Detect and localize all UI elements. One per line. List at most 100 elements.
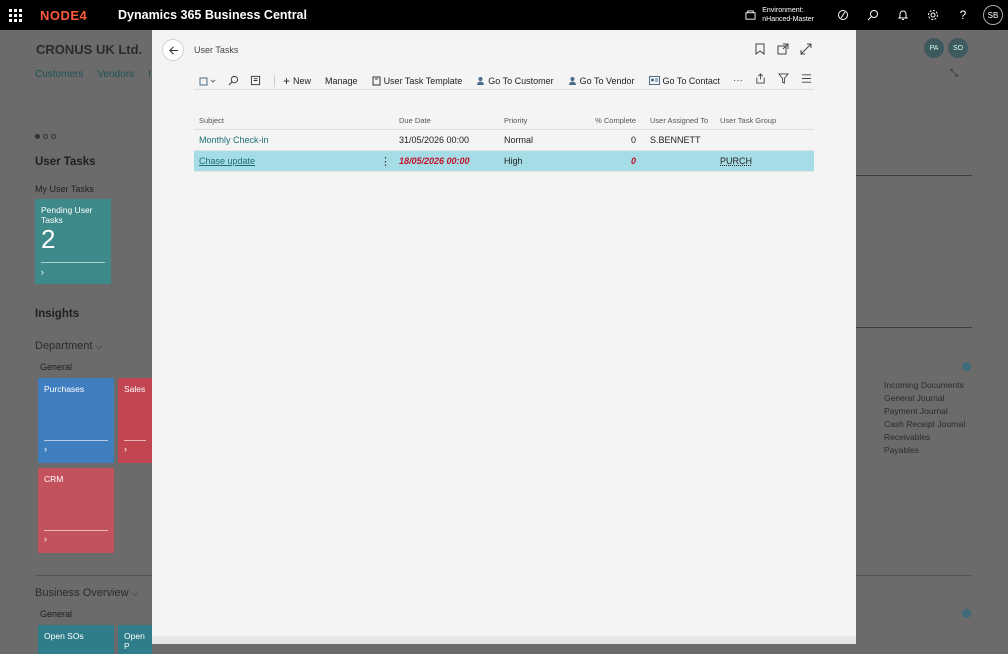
bookmark-icon[interactable]	[753, 42, 766, 55]
task-group-cell[interactable]: PURCH	[720, 156, 814, 166]
link-receivables[interactable]: Receivables	[884, 432, 930, 442]
bell-icon	[897, 10, 909, 20]
chevron-right-icon: ›	[44, 534, 47, 544]
nav-customers[interactable]: Customers	[35, 69, 83, 80]
person-icon	[477, 76, 485, 85]
open-p-tile[interactable]: Open P	[118, 625, 152, 654]
pending-user-tasks-tile[interactable]: Pending User Tasks 2 ›	[35, 199, 111, 284]
list-view-icon[interactable]	[801, 73, 812, 87]
share-icon[interactable]	[755, 73, 766, 87]
views-icon	[199, 77, 216, 85]
top-bar: NODE4 Dynamics 365 Business Central Envi…	[0, 0, 1008, 30]
user-tasks-heading: User Tasks	[35, 156, 96, 168]
views-button[interactable]	[194, 76, 222, 86]
go-to-contact-button[interactable]: Go To Contact	[648, 75, 720, 86]
column-task-group[interactable]: User Task Group	[720, 116, 814, 125]
back-button[interactable]	[162, 39, 184, 61]
pct-complete-cell: 0	[630, 135, 636, 145]
more-options-icon[interactable]: ···	[733, 75, 743, 86]
environment-indicator[interactable]: Environment: nHanced-Master	[745, 6, 814, 24]
chevron-right-icon: ›	[41, 267, 44, 277]
toolbar-divider	[274, 74, 275, 87]
open-new-window-icon[interactable]	[776, 42, 789, 55]
priority-cell: Normal	[504, 135, 534, 145]
link-payment-journal[interactable]: Payment Journal	[884, 406, 948, 416]
avatar[interactable]: SO	[948, 38, 968, 58]
edit-list-icon	[250, 75, 260, 86]
edit-list-button[interactable]	[244, 75, 266, 86]
copilot-button[interactable]	[828, 0, 858, 30]
link-payables[interactable]: Payables	[884, 445, 919, 455]
subject-link[interactable]: Monthly Check-in	[199, 135, 269, 145]
link-cash-receipt-journal[interactable]: Cash Receipt Journal	[884, 419, 965, 429]
go-to-contact-label: Go To Contact	[662, 75, 720, 86]
user-assigned-cell: S.BENNETT	[650, 135, 701, 145]
chevron-right-icon: ›	[44, 444, 47, 454]
link-incoming-documents[interactable]: Incoming Documents	[884, 380, 964, 390]
template-label: User Task Template	[383, 75, 463, 86]
nav-more[interactable]: I	[148, 69, 151, 80]
pct-complete-cell: 0	[630, 156, 636, 166]
open-sos-tile[interactable]: Open SOs	[38, 625, 114, 654]
purchases-tile[interactable]: Purchases ›	[38, 378, 114, 463]
table-row[interactable]: Chase update ⋮ 18/05/2026 00:00 High 0 P…	[194, 151, 814, 172]
link-general-journal[interactable]: General Journal	[884, 393, 944, 403]
tile-label: Open SOs	[44, 631, 84, 641]
user-task-template-button[interactable]: User Task Template	[372, 75, 463, 86]
table-row[interactable]: Monthly Check-in 31/05/2026 00:00 Normal…	[194, 130, 814, 151]
environment-label: Environment:	[762, 7, 804, 14]
go-to-customer-label: Go To Customer	[488, 75, 554, 86]
expand-icon[interactable]	[799, 42, 812, 55]
go-to-vendor-button[interactable]: Go To Vendor	[568, 76, 635, 86]
nav-vendors[interactable]: Vendors	[97, 69, 134, 80]
due-date-cell: 31/05/2026 00:00	[399, 135, 470, 145]
app-launcher-button[interactable]	[0, 0, 30, 30]
settings-button[interactable]	[918, 0, 948, 30]
crm-tile[interactable]: CRM ›	[38, 468, 114, 553]
contact-card-icon	[648, 76, 660, 85]
copilot-icon	[838, 10, 848, 20]
presence-avatars: PA SO	[924, 38, 968, 58]
row-actions-icon[interactable]: ⋮	[380, 155, 391, 168]
brand-logo: NODE4	[40, 7, 88, 23]
search-list-button[interactable]	[222, 75, 244, 86]
environment-icon	[745, 9, 756, 20]
column-priority[interactable]: Priority	[504, 116, 574, 125]
column-user-assigned[interactable]: User Assigned To	[644, 116, 720, 125]
business-overview-label: Business Overview	[35, 587, 129, 599]
manage-button[interactable]: Manage	[325, 76, 358, 86]
template-icon	[372, 76, 381, 85]
action-bar: + New Manage User Task Template Go To Cu…	[194, 72, 814, 90]
column-due-date[interactable]: Due Date	[399, 116, 504, 125]
sales-tile[interactable]: Sales ›	[118, 378, 152, 463]
department-label: Department	[35, 340, 93, 352]
chevron-down-icon: ⌵	[131, 588, 139, 598]
column-subject[interactable]: Subject	[194, 116, 399, 125]
search-button[interactable]	[858, 0, 888, 30]
notifications-button[interactable]	[888, 0, 918, 30]
tile-label: Purchases	[44, 384, 85, 394]
help-icon: ?	[959, 8, 967, 22]
subject-link[interactable]: Chase update	[199, 156, 255, 166]
avatar[interactable]: PA	[924, 38, 944, 58]
user-avatar[interactable]: SB	[983, 5, 1003, 25]
go-to-vendor-label: Go To Vendor	[579, 75, 635, 86]
user-tasks-table: Subject Due Date Priority % Complete Use…	[194, 112, 814, 172]
page-title: User Tasks	[194, 45, 239, 55]
go-to-customer-button[interactable]: Go To Customer	[476, 75, 554, 86]
collapse-icon[interactable]: ⤡	[950, 68, 958, 79]
department-dropdown[interactable]: Department ⌵	[35, 340, 102, 352]
column-pct-complete[interactable]: % Complete	[574, 116, 644, 125]
section-divider	[856, 575, 972, 576]
chevron-down-icon: ⌵	[95, 341, 103, 351]
gear-icon	[928, 10, 938, 20]
general-label-2: General	[40, 609, 73, 619]
help-button[interactable]: ?	[948, 0, 978, 30]
carousel-dots[interactable]	[35, 134, 56, 139]
new-button[interactable]: + New	[283, 74, 311, 88]
filter-icon[interactable]	[777, 73, 790, 87]
plus-icon: +	[283, 73, 291, 88]
person-icon	[568, 76, 576, 85]
new-label: New	[293, 75, 312, 86]
business-overview-dropdown[interactable]: Business Overview ⌵	[35, 587, 138, 599]
